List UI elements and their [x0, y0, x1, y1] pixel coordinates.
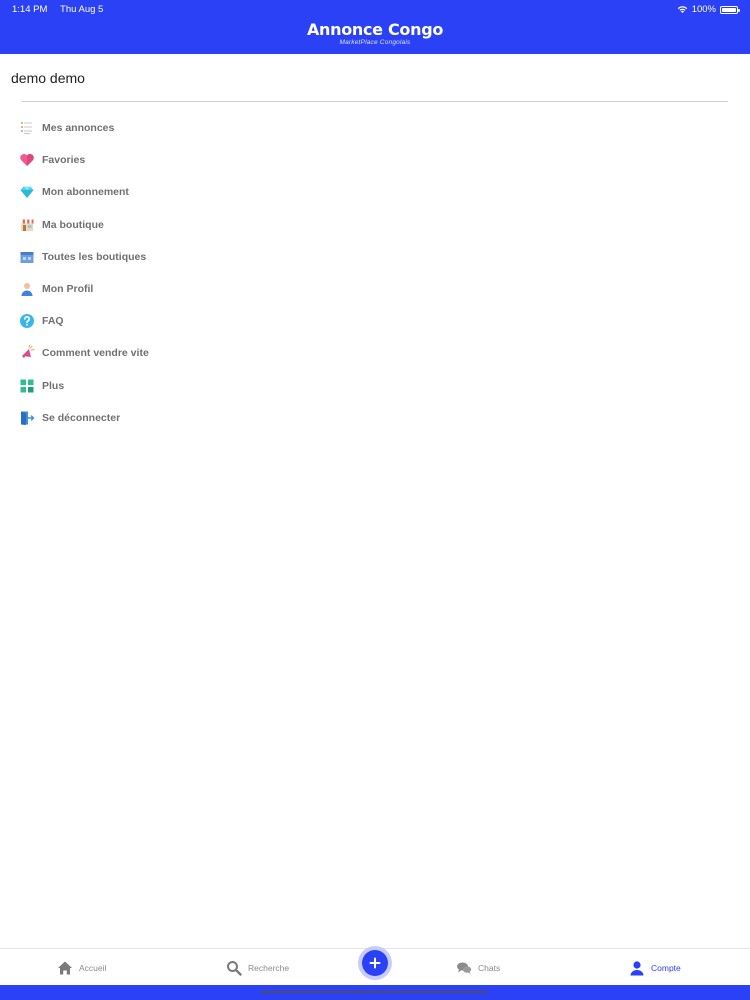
logout-icon	[18, 409, 35, 426]
home-indicator[interactable]	[260, 990, 488, 994]
tab-label: Chats	[478, 962, 501, 973]
menu-label: Ma boutique	[42, 218, 104, 231]
tab-label: Recherche	[248, 962, 290, 973]
menu-item-favories[interactable]: Favories	[18, 144, 418, 176]
menu-label: Comment vendre vite	[42, 347, 149, 360]
status-bar-right: 100%	[677, 4, 740, 15]
menu-label: Mes annonces	[42, 122, 115, 135]
menu-item-plus[interactable]: Plus	[18, 370, 418, 402]
shops-icon	[18, 248, 35, 265]
brand-logo: Annonce Congo MarketPlace Congolais	[0, 20, 750, 46]
tab-recherche[interactable]: Recherche	[226, 949, 289, 986]
shop-icon	[18, 216, 35, 233]
menu-item-mes-annonces[interactable]: Mes annonces	[18, 112, 418, 144]
status-bar-left: 1:14 PM Thu Aug 5	[12, 4, 103, 15]
app-header: 1:14 PM Thu Aug 5 100% Annonce Congo Mar…	[0, 0, 750, 54]
search-icon	[227, 960, 242, 976]
menu-label: Mon Profil	[42, 283, 94, 296]
menu-item-mon-abonnement[interactable]: Mon abonnement	[18, 176, 418, 208]
profile-icon	[18, 281, 35, 298]
brand-title: Annonce Congo	[306, 20, 444, 39]
plus-icon	[369, 957, 381, 969]
user-icon	[630, 960, 644, 975]
user-name: demo demo	[11, 70, 85, 86]
menu-label: Favories	[42, 154, 86, 167]
menu-item-se-deconnecter[interactable]: Se déconnecter	[18, 402, 418, 434]
brand-subtitle: MarketPlace Congolais	[339, 39, 411, 46]
battery-percent: 100%	[691, 4, 716, 15]
home-icon	[58, 961, 72, 974]
battery-icon	[720, 5, 740, 14]
menu-item-faq[interactable]: FAQ	[18, 305, 418, 337]
menu-label: FAQ	[42, 315, 64, 328]
tab-label: Compte	[651, 962, 681, 973]
menu-label: Toutes les boutiques	[42, 250, 147, 263]
divider	[22, 101, 728, 102]
wifi-icon	[677, 6, 687, 14]
menu-label: Plus	[42, 379, 65, 392]
list-icon	[18, 120, 35, 137]
menu-label: Se déconnecter	[42, 411, 121, 424]
menu-item-mon-profil[interactable]: Mon Profil	[18, 273, 418, 305]
question-icon	[18, 313, 35, 330]
tab-chats[interactable]: Chats	[456, 949, 500, 986]
menu-label: Mon abonnement	[42, 186, 129, 199]
account-menu: Mes annonces Favories Mon abonnement Ma …	[18, 112, 418, 434]
status-time: 1:14 PM	[12, 4, 48, 15]
menu-item-comment-vendre-vite[interactable]: Comment vendre vite	[18, 337, 418, 369]
grid-icon	[18, 377, 35, 394]
add-post-button-inner	[362, 950, 388, 976]
diamond-icon	[18, 184, 35, 201]
status-date: Thu Aug 5	[60, 4, 104, 15]
megaphone-icon	[18, 345, 35, 362]
menu-item-toutes-les-boutiques[interactable]: Toutes les boutiques	[18, 241, 418, 273]
chat-bubbles-icon	[457, 962, 472, 974]
menu-item-ma-boutique[interactable]: Ma boutique	[18, 209, 418, 241]
tab-label: Accueil	[79, 962, 107, 973]
tab-compte[interactable]: Compte	[629, 949, 681, 986]
add-post-button[interactable]	[358, 946, 392, 980]
heart-icon	[18, 152, 35, 169]
tab-accueil[interactable]: Accueil	[57, 949, 106, 986]
